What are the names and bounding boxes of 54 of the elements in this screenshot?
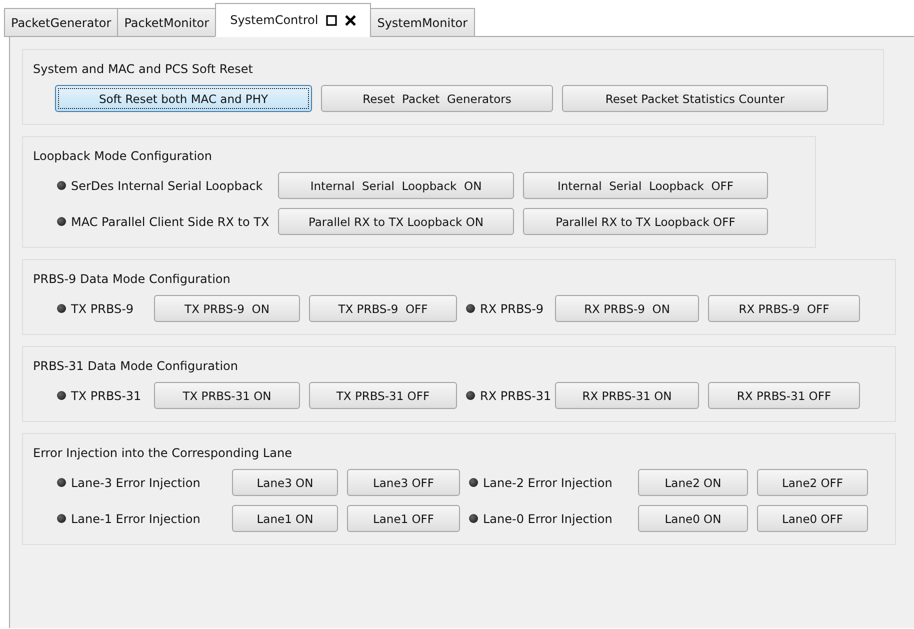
action-button[interactable]: Lane1 ON [232, 505, 338, 532]
tab[interactable]: SystemControl [215, 3, 372, 37]
action-button[interactable]: Lane0 OFF [757, 505, 868, 532]
action-button[interactable]: RX PRBS-9 ON [555, 295, 699, 322]
action-button[interactable]: Lane3 OFF [347, 469, 460, 496]
group-title: PRBS-31 Data Mode Configuration [33, 359, 238, 373]
status-label: Lane-0 Error Injection [483, 512, 612, 526]
action-button[interactable]: Internal Serial Loopback OFF [523, 172, 768, 199]
status-dot-icon [469, 478, 478, 487]
tab[interactable]: PacketMonitor [117, 8, 216, 37]
tab[interactable]: SystemMonitor [370, 8, 475, 37]
status-dot-icon [466, 391, 475, 400]
status-label: Lane-1 Error Injection [71, 512, 200, 526]
action-button[interactable]: Soft Reset both MAC and PHY [55, 85, 312, 112]
action-button[interactable]: Parallel RX to TX Loopback ON [278, 208, 514, 235]
status-label: SerDes Internal Serial Loopback [71, 178, 263, 192]
action-button[interactable]: TX PRBS-9 OFF [309, 295, 457, 322]
status-label: Lane-3 Error Injection [71, 476, 200, 490]
group-title: PRBS-9 Data Mode Configuration [33, 272, 230, 286]
status-dot-icon [57, 304, 66, 313]
status-dot-icon [57, 391, 66, 400]
status-label: RX PRBS-9 [480, 302, 544, 316]
group-title: Error Injection into the Corresponding Lane [33, 446, 292, 460]
action-button[interactable]: Lane3 ON [232, 469, 338, 496]
status-dot-icon [57, 514, 66, 523]
status-dot-icon [57, 478, 66, 487]
status-dot-icon [57, 217, 66, 226]
status-label: TX PRBS-9 [71, 302, 134, 316]
status-dot-icon [466, 304, 475, 313]
group-title: System and MAC and PCS Soft Reset [33, 62, 253, 76]
action-button[interactable]: Reset Packet Generators [321, 85, 553, 112]
action-button[interactable]: Lane2 ON [638, 469, 748, 496]
action-button[interactable]: TX PRBS-31 ON [154, 382, 300, 409]
action-button[interactable]: TX PRBS-9 ON [154, 295, 300, 322]
action-button[interactable]: Internal Serial Loopback ON [278, 172, 514, 199]
status-dot-icon [469, 514, 478, 523]
status-label: TX PRBS-31 [71, 388, 142, 402]
status-label: Lane-2 Error Injection [483, 476, 612, 490]
action-button[interactable]: RX PRBS-9 OFF [708, 295, 860, 322]
action-button[interactable]: RX PRBS-31 ON [555, 382, 699, 409]
action-button[interactable]: Lane1 OFF [347, 505, 460, 532]
action-button[interactable]: TX PRBS-31 OFF [309, 382, 457, 409]
status-label: MAC Parallel Client Side RX to TX [71, 214, 270, 228]
maximize-icon[interactable] [326, 14, 338, 26]
action-button[interactable]: Parallel RX to TX Loopback OFF [523, 208, 768, 235]
action-button[interactable]: Lane2 OFF [757, 469, 868, 496]
action-button[interactable]: Lane0 ON [638, 505, 748, 532]
status-label: RX PRBS-31 [480, 388, 552, 402]
action-button[interactable]: RX PRBS-31 OFF [708, 382, 860, 409]
close-icon[interactable] [345, 14, 356, 26]
status-dot-icon [57, 181, 66, 190]
action-button[interactable]: Reset Packet Statistics Counter [562, 85, 828, 112]
tab[interactable]: PacketGenerator [4, 8, 118, 37]
group-title: Loopback Mode Configuration [33, 149, 212, 163]
